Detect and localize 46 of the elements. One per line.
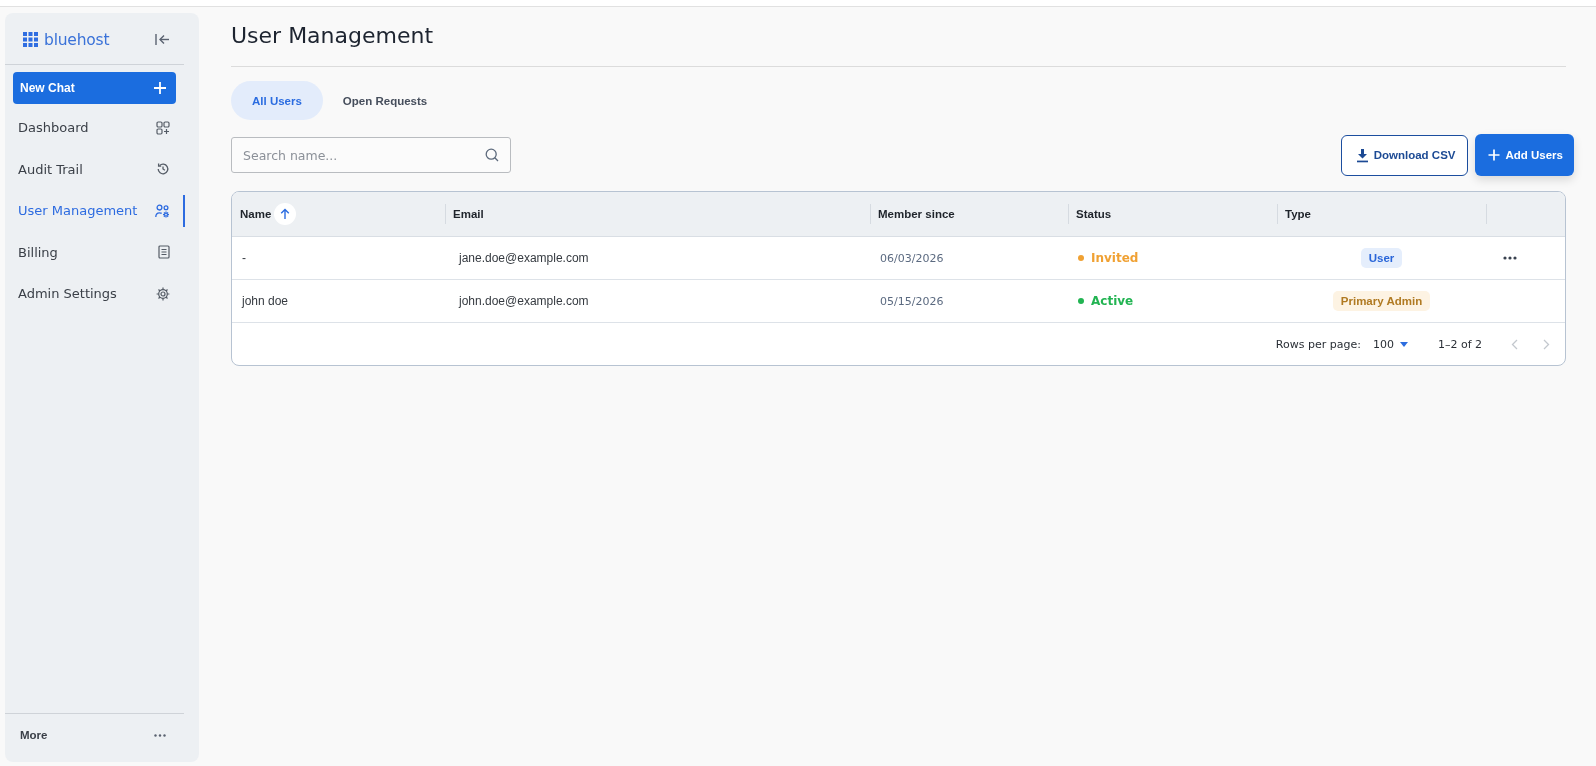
column-header[interactable]: Status xyxy=(1076,208,1112,220)
date-cell: 06/03/2026 xyxy=(880,251,944,265)
collapse-sidebar-icon[interactable] xyxy=(155,33,170,46)
logo-text: bluehost xyxy=(44,30,110,49)
history-icon xyxy=(156,162,170,177)
user-gear-icon xyxy=(155,203,170,218)
name-cell: john doe xyxy=(242,294,289,308)
status-text: Invited xyxy=(1091,251,1139,265)
sidebar-item[interactable]: Audit Trail xyxy=(5,148,185,190)
sidebar-item[interactable]: Admin Settings xyxy=(5,273,185,315)
rows-per-page-select[interactable]: 100 xyxy=(1372,337,1408,351)
more-icon[interactable] xyxy=(154,733,166,737)
document-icon xyxy=(158,245,170,260)
add-users-button[interactable]: Add Users xyxy=(1475,134,1574,176)
name-cell: - xyxy=(242,251,246,265)
role-badge: User xyxy=(1360,248,1403,268)
download-icon xyxy=(1355,147,1369,163)
column-header[interactable]: Type xyxy=(1285,208,1311,220)
new-chat-button[interactable]: New Chat xyxy=(13,72,176,104)
grid-logo-icon xyxy=(23,32,38,47)
status-text: Active xyxy=(1091,294,1134,308)
plus-icon xyxy=(153,81,167,95)
rows-per-page-label: Rows per page: xyxy=(1275,337,1361,351)
tab[interactable]: All Users xyxy=(231,81,323,120)
sidebar-item[interactable]: User Management xyxy=(5,190,185,232)
more-icon[interactable] xyxy=(1503,256,1517,260)
search-field[interactable]: Search name... xyxy=(231,137,511,173)
page-range: 1–2 of 2 xyxy=(1437,337,1482,351)
plus-icon xyxy=(1488,149,1501,161)
page-title: User Management xyxy=(231,22,435,50)
dashboard-icon xyxy=(156,120,170,135)
tab[interactable]: Open Requests xyxy=(322,81,448,120)
email-cell: john.doe@example.com xyxy=(459,294,589,308)
date-cell: 05/15/2026 xyxy=(880,294,944,308)
caret-down-icon xyxy=(1399,341,1408,347)
sidebar-item[interactable]: Billing xyxy=(5,231,185,273)
sidebar-item[interactable]: Dashboard xyxy=(5,107,185,149)
email-cell: jane.doe@example.com xyxy=(459,251,589,265)
column-header[interactable]: Name xyxy=(240,208,272,220)
more-button[interactable]: More xyxy=(20,729,48,741)
search-icon xyxy=(485,148,499,162)
column-header[interactable]: Member since xyxy=(878,208,955,220)
download-button[interactable]: Download CSV xyxy=(1340,134,1469,176)
column-header[interactable]: Email xyxy=(453,208,484,220)
settings-icon xyxy=(156,286,170,301)
role-badge: Primary Admin xyxy=(1332,291,1431,311)
